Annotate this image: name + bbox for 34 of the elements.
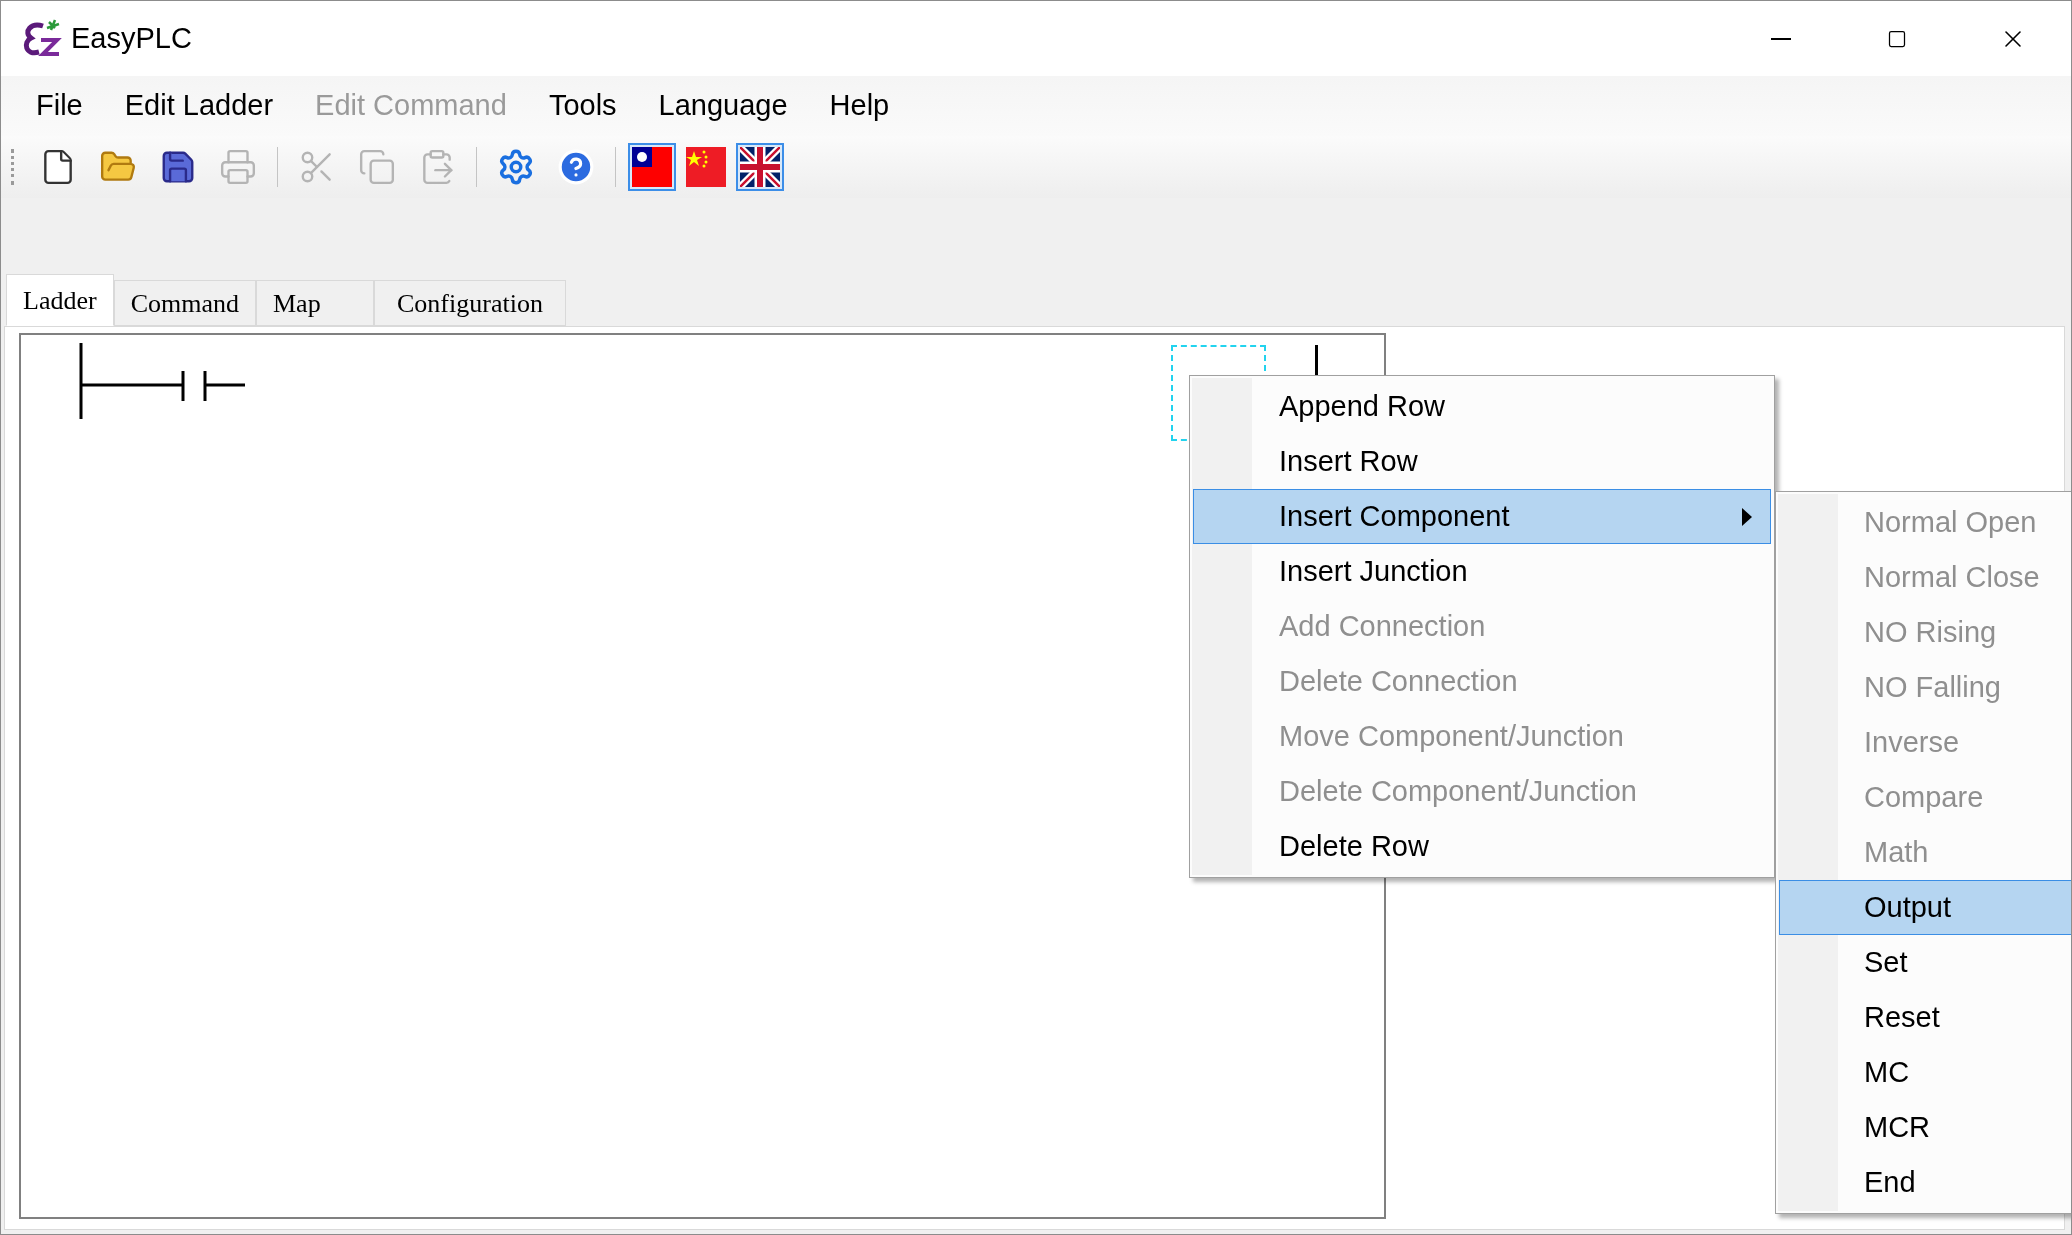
context-menu-item[interactable]: Insert Component	[1193, 489, 1771, 544]
window-title: EasyPLC	[71, 20, 192, 56]
tab[interactable]: Ladder	[6, 274, 114, 326]
menu-item[interactable]: Language	[637, 82, 809, 130]
maximize-icon	[1887, 28, 1907, 49]
menu-item[interactable]: File	[15, 82, 104, 130]
minimize-icon	[1771, 37, 1791, 40]
menu-item[interactable]: Edit Ladder	[103, 82, 295, 130]
submenu-item[interactable]: MCR	[1779, 1100, 2071, 1155]
menu-item[interactable]: Help	[808, 82, 911, 130]
copy-icon	[358, 148, 396, 186]
language-button[interactable]	[736, 143, 784, 191]
submenu-arrow-icon	[1742, 507, 1752, 526]
submenu-item[interactable]: Set	[1779, 935, 2071, 990]
context-menu-item[interactable]: Delete Row	[1193, 819, 1771, 874]
flag-icon	[686, 147, 726, 187]
context-menu-item[interactable]: Insert Junction	[1193, 544, 1771, 599]
right-rail-line	[1315, 345, 1318, 375]
context-menu-item[interactable]: Append Row	[1193, 379, 1771, 434]
printer-icon	[219, 148, 257, 186]
flag-icon	[632, 147, 672, 187]
settings-icon	[497, 148, 535, 186]
submenu-item[interactable]: Output	[1779, 880, 2071, 935]
tab[interactable]: Configuration	[373, 280, 566, 326]
flag-icon	[740, 147, 780, 187]
help-icon	[557, 148, 595, 186]
menu-item[interactable]: Tools	[527, 82, 638, 130]
language-button[interactable]	[628, 143, 676, 191]
submenu-item[interactable]: End	[1779, 1155, 2071, 1210]
submenu-item[interactable]: Reset	[1779, 990, 2071, 1045]
submenu-item[interactable]: MC	[1779, 1045, 2071, 1100]
context-menu-item[interactable]: Insert Row	[1193, 434, 1771, 489]
tab[interactable]: Map	[255, 280, 374, 326]
tab[interactable]: Command	[113, 280, 256, 326]
